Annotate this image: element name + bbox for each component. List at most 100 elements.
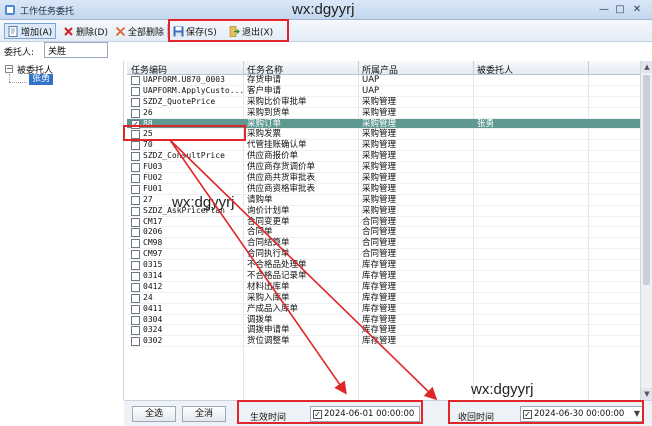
row-checkbox[interactable] bbox=[131, 304, 140, 314]
row-checkbox[interactable] bbox=[131, 228, 140, 238]
row-checkbox[interactable] bbox=[131, 250, 140, 260]
row-checkbox[interactable] bbox=[131, 152, 140, 162]
recall-time-checkbox[interactable]: ✓ bbox=[523, 410, 532, 419]
table-row[interactable]: UAPFORM.ApplyCusto... 客户申请 UAP bbox=[127, 86, 640, 97]
cell-product: 合同管理 bbox=[362, 216, 397, 227]
row-checkbox[interactable] bbox=[131, 217, 140, 227]
recall-time-picker[interactable]: ✓ 2024-06-30 00:00:00 ▼ bbox=[520, 406, 644, 422]
save-button[interactable]: 保存(S) bbox=[170, 23, 220, 39]
cell-product: 采购管理 bbox=[362, 151, 397, 162]
cell-product: UAP bbox=[362, 75, 380, 85]
row-checkbox[interactable] bbox=[131, 163, 140, 173]
column-divider[interactable] bbox=[588, 61, 589, 75]
table-row[interactable]: ✓ 88 采购订单 采购管理 张勇 bbox=[127, 118, 640, 130]
cell-product: 采购管理 bbox=[362, 118, 397, 129]
row-checkbox[interactable] bbox=[131, 141, 140, 151]
delegator-input[interactable] bbox=[44, 42, 108, 58]
cell-task-name: 采购到货单 bbox=[247, 107, 290, 118]
select-all-button[interactable]: 全选 bbox=[132, 406, 176, 422]
row-checkbox[interactable] bbox=[131, 272, 140, 282]
row-checkbox[interactable] bbox=[131, 195, 140, 205]
table-row[interactable]: 70 代管挂账确认单 采购管理 bbox=[127, 140, 640, 152]
table-row[interactable]: 25 采购发票 采购管理 bbox=[127, 129, 640, 141]
chevron-down-icon[interactable]: ▼ bbox=[634, 407, 640, 421]
cell-task-name: 询价计划单 bbox=[247, 205, 290, 216]
row-checkbox[interactable] bbox=[131, 174, 140, 184]
row-checkbox[interactable] bbox=[131, 76, 140, 85]
cell-task-name: 请购单 bbox=[247, 194, 273, 205]
row-checkbox[interactable] bbox=[131, 326, 140, 336]
table-row[interactable]: 0324 调拨申请单 库存管理 bbox=[127, 325, 640, 337]
row-checkbox[interactable] bbox=[131, 293, 140, 303]
cell-product: 合同管理 bbox=[362, 249, 397, 260]
table-row[interactable]: FU03 供应商存货调价单 采购管理 bbox=[127, 162, 640, 174]
row-checkbox[interactable] bbox=[131, 86, 140, 96]
scroll-thumb[interactable] bbox=[643, 75, 650, 285]
column-divider[interactable] bbox=[358, 61, 359, 75]
row-checkbox[interactable] bbox=[131, 282, 140, 292]
table-row[interactable]: CM17 合同变更单 合同管理 bbox=[127, 217, 640, 228]
row-checkbox[interactable] bbox=[131, 239, 140, 249]
row-checkbox[interactable] bbox=[131, 108, 140, 118]
clear-all-button[interactable]: 全消 bbox=[182, 406, 226, 422]
cell-product: 采购管理 bbox=[362, 96, 397, 107]
cell-task-code: CM97 bbox=[143, 249, 163, 259]
row-checkbox[interactable] bbox=[131, 315, 140, 325]
effective-time-checkbox[interactable]: ✓ bbox=[313, 410, 322, 419]
tree-item-delegate[interactable]: 张勇 bbox=[29, 74, 54, 85]
close-button[interactable]: ✕ bbox=[630, 3, 644, 16]
table-row[interactable]: SZDZ_QuotePrice 采购比价审批单 采购管理 bbox=[127, 97, 640, 108]
delete-button[interactable]: 删除(D) bbox=[60, 23, 111, 39]
table-row[interactable]: 0304 调拨单 库存管理 bbox=[127, 315, 640, 326]
cell-task-name: 货位调整单 bbox=[247, 336, 290, 347]
minimize-button[interactable]: — bbox=[597, 3, 611, 16]
column-divider[interactable] bbox=[473, 61, 474, 75]
table-row[interactable]: CM98 合同结算单 合同管理 bbox=[127, 238, 640, 250]
table-row[interactable]: 0302 货位调整单 库存管理 bbox=[127, 336, 640, 348]
row-checkbox[interactable]: ✓ bbox=[131, 119, 140, 129]
table-row[interactable]: 24 采购入库单 库存管理 bbox=[127, 293, 640, 304]
row-checkbox[interactable] bbox=[131, 337, 140, 347]
table-row[interactable]: 0315 不合格品处理单 库存管理 bbox=[127, 260, 640, 272]
exit-button[interactable]: 退出(X) bbox=[226, 23, 276, 39]
table-row[interactable]: CM97 合同执行单 合同管理 bbox=[127, 249, 640, 261]
scroll-down-arrow-icon[interactable]: ▼ bbox=[641, 388, 652, 400]
table-row[interactable]: 0412 材料出库单 库存管理 bbox=[127, 282, 640, 293]
watermark-top: wx:dgyyrj bbox=[292, 1, 355, 18]
column-divider[interactable] bbox=[243, 61, 244, 75]
add-button[interactable]: 增加(A) bbox=[4, 23, 56, 39]
cell-task-name: 合同执行单 bbox=[247, 249, 290, 260]
maximize-button[interactable]: □ bbox=[613, 3, 627, 16]
row-checkbox[interactable] bbox=[131, 261, 140, 271]
cell-product: UAP bbox=[362, 85, 380, 96]
table-row[interactable]: UAPFORM.U870_0003 存货申请 UAP bbox=[127, 75, 640, 86]
table-row[interactable]: 0411 产成品入库单 库存管理 bbox=[127, 304, 640, 315]
table-row[interactable]: SZDZ_ConsultPrice 供应商报价单 采购管理 bbox=[127, 151, 640, 163]
scroll-up-arrow-icon[interactable]: ▲ bbox=[641, 61, 652, 73]
cell-task-code: 0206 bbox=[143, 227, 163, 237]
delete-label: 删除(D) bbox=[76, 27, 108, 38]
cell-product: 采购管理 bbox=[362, 140, 397, 151]
row-checkbox[interactable] bbox=[131, 206, 140, 216]
watermark-middle: wx:dgyyrj bbox=[172, 194, 235, 211]
table-row[interactable]: FU02 供应商共货审批表 采购管理 bbox=[127, 173, 640, 184]
save-icon bbox=[173, 26, 184, 36]
row-checkbox[interactable] bbox=[131, 97, 140, 107]
tree-collapse-toggle[interactable]: − bbox=[5, 65, 13, 73]
cell-task-code: 70 bbox=[143, 140, 153, 150]
row-checkbox[interactable] bbox=[131, 130, 140, 140]
table-row[interactable]: 0206 合同单 合同管理 bbox=[127, 227, 640, 239]
cell-task-code: FU01 bbox=[143, 183, 163, 193]
table-scrollbar[interactable]: ▲ ▼ bbox=[640, 61, 652, 400]
effective-time-picker[interactable]: ✓ 2024-06-01 00:00:00 bbox=[310, 406, 420, 422]
toolbar: 增加(A) 删除(D) 全部删除 保存(S) 退出(X) bbox=[0, 20, 652, 42]
delete-all-button[interactable]: 全部删除 bbox=[112, 23, 167, 39]
add-label: 增加(A) bbox=[21, 27, 53, 38]
cell-task-name: 采购发票 bbox=[247, 129, 282, 140]
table-row[interactable]: 26 采购到货单 采购管理 bbox=[127, 108, 640, 119]
cell-task-name: 供应商资格审批表 bbox=[247, 183, 316, 194]
table-row[interactable]: 0314 不合格品记录单 库存管理 bbox=[127, 271, 640, 282]
row-checkbox[interactable] bbox=[131, 184, 140, 194]
cell-task-code: 0412 bbox=[143, 281, 163, 291]
cell-task-name: 存货申请 bbox=[247, 75, 282, 85]
